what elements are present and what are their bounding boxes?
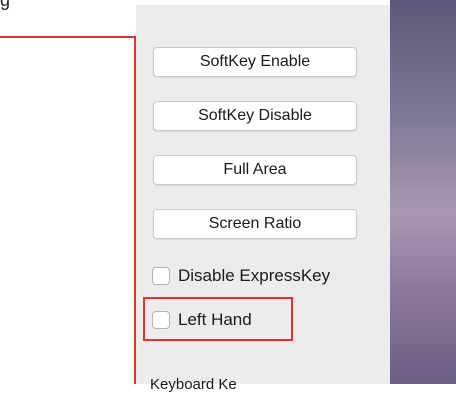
window-title-fragment: g: [0, 0, 11, 10]
keyboard-section-label: Keyboard Ke: [150, 376, 237, 393]
softkey-enable-button[interactable]: SoftKey Enable: [153, 47, 357, 77]
disable-expresskey-option[interactable]: Disable ExpressKey: [152, 266, 330, 286]
disable-expresskey-checkbox[interactable]: [152, 267, 170, 285]
full-area-button[interactable]: Full Area: [153, 155, 357, 185]
desktop-wallpaper: [390, 0, 456, 384]
disable-expresskey-label: Disable ExpressKey: [178, 266, 331, 285]
active-area-outline-top: [0, 36, 136, 38]
top-strip: [0, 0, 390, 5]
active-area-outline-right: [134, 36, 136, 384]
screen-ratio-button[interactable]: Screen Ratio: [153, 209, 357, 239]
tablet-area-preview: [0, 0, 136, 384]
softkey-disable-button[interactable]: SoftKey Disable: [153, 101, 357, 131]
left-hand-highlight: [143, 297, 293, 341]
